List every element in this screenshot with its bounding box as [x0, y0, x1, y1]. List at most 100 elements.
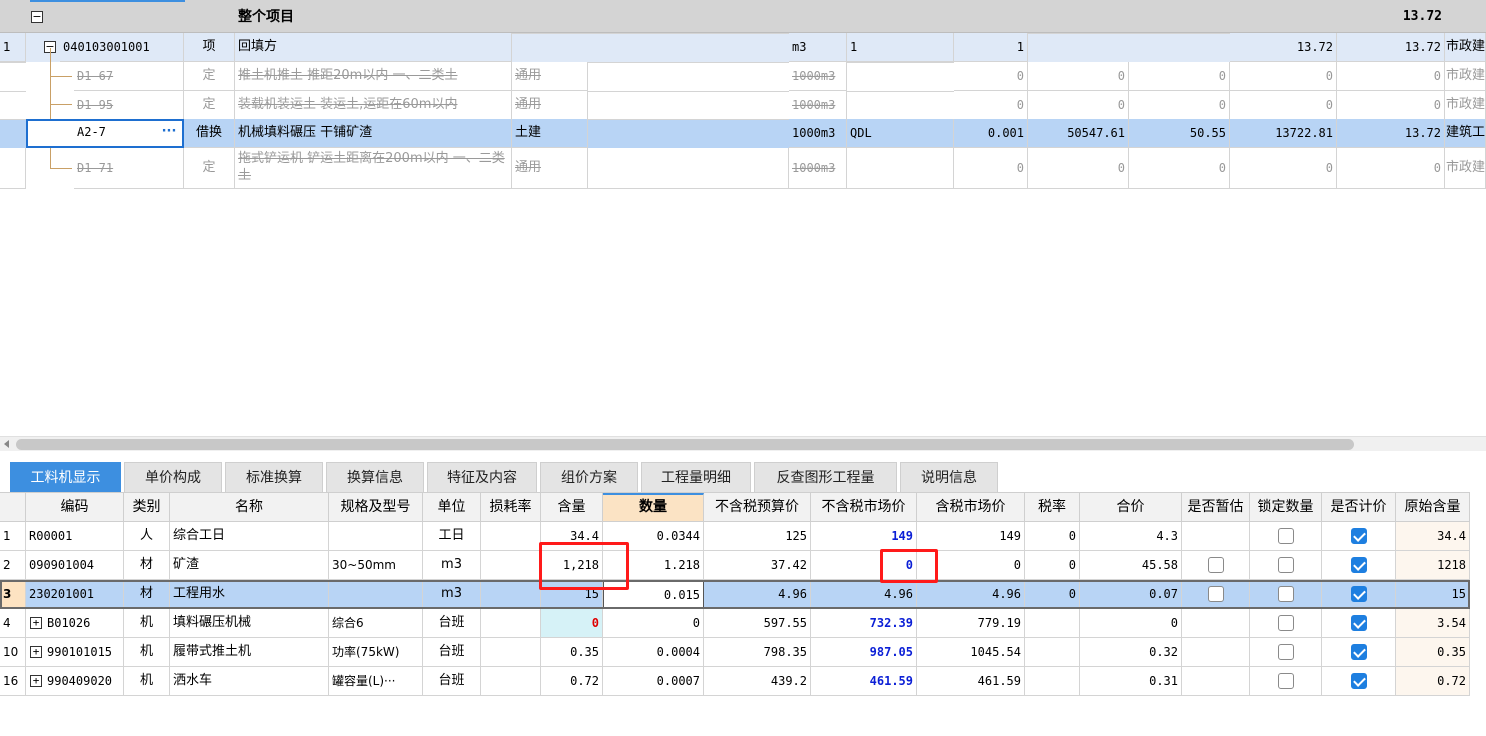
checkbox-checked-icon[interactable]	[1351, 673, 1367, 689]
table-row[interactable]: 1 − 040103001001 项 回填方 m3 1 1 13.72 13.7…	[0, 33, 1486, 62]
table-row[interactable]: D1-71 定 拖式铲运机 铲运土距离在200m以内 一、二类土 通用 1000…	[0, 148, 1486, 189]
row-quantity[interactable]: 0.0004	[603, 638, 704, 667]
table-row[interactable]: D1-95 定 装载机装运土 装运土,运距在60m以内 通用 1000m3 0 …	[0, 91, 1486, 120]
checkbox-icon[interactable]	[1208, 557, 1224, 573]
row-estimate[interactable]	[1182, 580, 1250, 609]
row-spec: 土建	[512, 119, 588, 148]
row-lock-qty[interactable]	[1250, 609, 1322, 638]
row-type: 定	[184, 62, 235, 91]
table-row[interactable]: 10 +990101015 机履带式推土机 功率(75kW) 台班 0.35 0.0004 7…	[0, 638, 1470, 667]
row-content[interactable]: 0	[541, 609, 603, 638]
row-lock-qty[interactable]	[1250, 667, 1322, 696]
tab-standard-conversion[interactable]: 标准换算	[225, 462, 323, 492]
row-lock-qty[interactable]	[1250, 580, 1322, 609]
row-lock-qty[interactable]	[1250, 522, 1322, 551]
col-header-lock-qty[interactable]: 锁定数量	[1250, 493, 1322, 522]
tab-conversion-info[interactable]: 换算信息	[326, 462, 424, 492]
tab-quantity-detail[interactable]: 工程量明细	[641, 462, 751, 492]
col-header-quantity[interactable]: 数量	[603, 493, 704, 522]
tab-description[interactable]: 说明信息	[900, 462, 998, 492]
checkbox-icon[interactable]	[1278, 673, 1294, 689]
row-name: 综合工日	[170, 522, 329, 551]
row-priced[interactable]	[1322, 580, 1396, 609]
row-estimate[interactable]	[1182, 609, 1250, 638]
checkbox-checked-icon[interactable]	[1351, 644, 1367, 660]
table-row[interactable]: 1 R00001 人综合工日 工日 34.4 0.0344 125 149 149 0 4.3 34.…	[0, 522, 1470, 551]
col-header-category[interactable]: 类别	[124, 493, 170, 522]
table-row[interactable]: 2 090901004 材矿渣 30~50mm m3 1,218 1.218 37.42 0 0 0…	[0, 551, 1470, 580]
checkbox-checked-icon[interactable]	[1351, 557, 1367, 573]
row-number: 2	[0, 551, 26, 580]
checkbox-icon[interactable]	[1278, 528, 1294, 544]
row-estimate[interactable]	[1182, 638, 1250, 667]
table-row[interactable]: D1-67 定 推土机推土 推距20m以内 一、二类土 通用 1000m3 0 …	[0, 62, 1486, 91]
checkbox-icon[interactable]	[1278, 586, 1294, 602]
row-quantity[interactable]: 0	[603, 609, 704, 638]
row-priced[interactable]	[1322, 667, 1396, 696]
tab-features[interactable]: 特征及内容	[427, 462, 537, 492]
tab-material-display[interactable]: 工料机显示	[10, 462, 121, 492]
row-priced[interactable]	[1322, 609, 1396, 638]
row-estimate[interactable]	[1182, 551, 1250, 580]
col-header-estimate[interactable]: 是否暂估	[1182, 493, 1250, 522]
checkbox-icon[interactable]	[1278, 557, 1294, 573]
row-priced[interactable]	[1322, 638, 1396, 667]
col-header-market-price-tax[interactable]: 含税市场价	[917, 493, 1025, 522]
checkbox-icon[interactable]	[1278, 615, 1294, 631]
expand-row-icon[interactable]: +	[30, 646, 42, 658]
col-header-name[interactable]: 名称	[170, 493, 329, 522]
col-header-code[interactable]: 编码	[26, 493, 124, 522]
highlight-box-market-price	[880, 549, 938, 583]
col-header-loss[interactable]: 损耗率	[481, 493, 541, 522]
col-header-market-price[interactable]: 不含税市场价	[811, 493, 917, 522]
row-estimate[interactable]	[1182, 667, 1250, 696]
row-market-price: 987.05	[811, 638, 917, 667]
col-header-unit[interactable]: 单位	[423, 493, 481, 522]
row-market-price-tax: 149	[917, 522, 1025, 551]
row-content[interactable]: 0.72	[541, 667, 603, 696]
col-header-content[interactable]: 含量	[541, 493, 603, 522]
scroll-left-icon[interactable]	[4, 440, 9, 448]
col-header-tax-rate[interactable]: 税率	[1025, 493, 1080, 522]
row-content[interactable]: 0.35	[541, 638, 603, 667]
col-header-total[interactable]: 合价	[1080, 493, 1182, 522]
row-code: 040103001001	[60, 33, 184, 62]
checkbox-checked-icon[interactable]	[1351, 528, 1367, 544]
collapse-project-icon[interactable]: −	[31, 11, 43, 23]
checkbox-icon[interactable]	[1278, 644, 1294, 660]
row-quantity[interactable]: 0.0007	[603, 667, 704, 696]
col-header-budget-price[interactable]: 不含税预算价	[704, 493, 811, 522]
more-button[interactable]: ···	[158, 125, 180, 141]
table-row-selected[interactable]: A2-7 ··· 借换 机械填料碾压 干铺矿渣 土建 1000m3 QDL 0.…	[0, 119, 1486, 148]
col-header-priced[interactable]: 是否计价	[1322, 493, 1396, 522]
scrollbar-thumb[interactable]	[16, 439, 1354, 450]
row-category: 市政建	[1445, 33, 1486, 62]
row-priced[interactable]	[1322, 522, 1396, 551]
tab-reverse-lookup[interactable]: 反查图形工程量	[754, 462, 897, 492]
expand-row-icon[interactable]: +	[30, 675, 42, 687]
row-tax-rate	[1025, 667, 1080, 696]
table-row[interactable]: 16 +990409020 机洒水车 罐容量(L)··· 台班 0.72 0.0007 439…	[0, 667, 1470, 696]
checkbox-icon[interactable]	[1208, 586, 1224, 602]
checkbox-checked-icon[interactable]	[1351, 586, 1367, 602]
row-lock-qty[interactable]	[1250, 551, 1322, 580]
table-row-selected[interactable]: 3 230201001 材工程用水 m3 15 0.015 4.96 4.96 4.96 0 0.0…	[0, 580, 1470, 609]
expand-row-icon[interactable]: +	[30, 617, 42, 629]
row-total: 0.07	[1080, 580, 1182, 609]
row-lock-qty[interactable]	[1250, 638, 1322, 667]
table-row[interactable]: 4 + B01026 机填料碾压机械 综合6 台班 0 0 597.55 732.39 779.19…	[0, 609, 1470, 638]
col-header-original-content[interactable]: 原始含量	[1396, 493, 1470, 522]
horizontal-scrollbar[interactable]	[0, 436, 1486, 451]
row-code[interactable]: A2-7	[74, 119, 154, 146]
row-estimate[interactable]	[1182, 522, 1250, 551]
col-header-spec[interactable]: 规格及型号	[329, 493, 423, 522]
summary-row[interactable]	[0, 0, 1486, 33]
row-expr: 1	[847, 33, 954, 62]
row-category: 机	[124, 667, 170, 696]
row-priced[interactable]	[1322, 551, 1396, 580]
checkbox-checked-icon[interactable]	[1351, 615, 1367, 631]
row-original-content: 3.54	[1396, 609, 1470, 638]
row-total: 4.3	[1080, 522, 1182, 551]
tab-unit-price[interactable]: 单价构成	[124, 462, 222, 492]
tab-pricing-scheme[interactable]: 组价方案	[540, 462, 638, 492]
